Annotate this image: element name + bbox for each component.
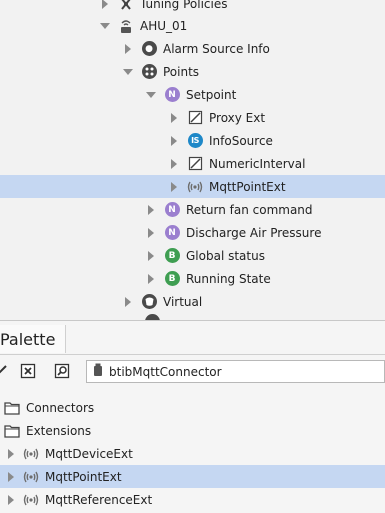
expand-arrow-icon[interactable]	[99, 0, 111, 10]
points-icon	[141, 64, 157, 80]
expand-arrow-icon[interactable]	[5, 448, 17, 460]
tree-item-info-source[interactable]: IS InfoSource	[0, 129, 385, 152]
numeric-point-icon: N	[164, 202, 180, 218]
palette-item-label: Extensions	[26, 423, 92, 438]
tree-item-label: Setpoint	[186, 87, 237, 102]
expand-arrow-icon[interactable]	[168, 135, 180, 147]
tree-item-mqtt-point-ext[interactable]: MqttPointExt	[0, 175, 385, 198]
info-source-icon: IS	[187, 133, 203, 149]
tab-divider	[0, 354, 385, 355]
palette-item-mqtt-device-ext[interactable]: MqttDeviceExt	[0, 442, 385, 465]
expand-arrow-icon[interactable]	[168, 181, 180, 193]
module-selector-field[interactable]: btibMqttConnector	[86, 360, 385, 383]
tree-item-label: Running State	[186, 271, 271, 286]
tree-item-label: Alarm Source Info	[163, 41, 270, 56]
expand-arrow-icon[interactable]	[168, 112, 180, 124]
tree-item-label: MqttPointExt	[209, 179, 286, 194]
tree-item-proxy-ext[interactable]: Proxy Ext	[0, 106, 385, 129]
tree-item-label: Return fan command	[186, 202, 313, 217]
device-icon	[118, 18, 134, 34]
proxy-ext-icon	[187, 110, 203, 126]
collapse-arrow-icon[interactable]	[145, 89, 157, 101]
tree-item-label: Tuning Policies	[140, 0, 228, 11]
tree-item-virtual[interactable]: Virtual	[0, 290, 385, 313]
tree-item-running-state[interactable]: B Running State	[0, 267, 385, 290]
mqtt-icon	[23, 469, 39, 485]
boolean-point-icon: B	[164, 248, 180, 264]
tree-item-numeric-interval[interactable]: NumericInterval	[0, 152, 385, 175]
tree-item-label: Discharge Air Pressure	[186, 225, 322, 240]
expand-arrow-icon[interactable]	[145, 227, 157, 239]
palette-panel: Palette btibMqttConnector Connectors Ext…	[0, 320, 385, 513]
tree-item-label: AHU_01	[140, 18, 188, 33]
tree-item-label: NumericInterval	[209, 156, 306, 171]
tuning-icon	[118, 0, 134, 12]
palette-item-mqtt-reference-ext[interactable]: MqttReferenceExt	[0, 488, 385, 511]
palette-item-label: MqttReferenceExt	[45, 492, 153, 507]
palette-tab[interactable]: Palette	[0, 325, 67, 353]
tree-item-label: Points	[163, 64, 200, 79]
nav-tree: Tuning Policies AHU_01 ● Alarm Source In…	[0, 0, 385, 320]
tree-item-alarm-source-info[interactable]: ● Alarm Source Info	[0, 37, 385, 60]
mqtt-icon	[23, 446, 39, 462]
close-palette-button[interactable]	[19, 362, 37, 380]
tree-item-label: Proxy Ext	[209, 110, 266, 125]
expand-arrow-icon[interactable]	[122, 43, 134, 55]
mqtt-icon	[23, 492, 39, 508]
tree-item-tuning-policies[interactable]: Tuning Policies	[0, 0, 385, 15]
find-search-icon[interactable]	[53, 362, 71, 380]
module-name: btibMqttConnector	[109, 364, 222, 379]
expand-arrow-icon[interactable]	[5, 471, 17, 483]
tree-item-discharge-air-pressure[interactable]: N Discharge Air Pressure	[0, 221, 385, 244]
expand-arrow-icon[interactable]	[122, 296, 134, 308]
boolean-point-icon: B	[164, 271, 180, 287]
folder-icon	[4, 423, 20, 439]
folder-icon	[4, 400, 20, 416]
tree-item-return-fan-command[interactable]: N Return fan command	[0, 198, 385, 221]
mqtt-icon	[187, 179, 203, 195]
palette-item-label: Connectors	[26, 400, 95, 415]
jar-module-icon	[93, 363, 103, 380]
tree-item-setpoint[interactable]: N Setpoint	[0, 83, 385, 106]
palette-item-label: MqttDeviceExt	[45, 446, 133, 461]
palette-item-extensions[interactable]: Extensions	[0, 419, 385, 442]
palette-toolbar: btibMqttConnector	[0, 359, 385, 385]
palette-item-label: MqttPointExt	[45, 469, 122, 484]
virtual-icon	[141, 294, 157, 310]
numeric-point-icon: N	[164, 87, 180, 103]
alarm-icon: ●	[141, 41, 157, 57]
tree-item-label: InfoSource	[209, 133, 273, 148]
expand-arrow-icon[interactable]	[168, 158, 180, 170]
tree-item-global-status[interactable]: B Global status	[0, 244, 385, 267]
palette-item-mqtt-point-ext[interactable]: MqttPointExt	[0, 465, 385, 488]
open-palette-icon[interactable]	[0, 362, 10, 380]
palette-item-connectors[interactable]: Connectors	[0, 396, 385, 419]
expand-arrow-icon[interactable]	[5, 494, 17, 506]
interval-icon	[187, 156, 203, 172]
tree-item-label: Global status	[186, 248, 265, 263]
tree-item-points[interactable]: Points	[0, 60, 385, 83]
numeric-point-icon: N	[164, 225, 180, 241]
expand-arrow-icon[interactable]	[145, 273, 157, 285]
tree-item-ahu-01[interactable]: AHU_01	[0, 14, 385, 37]
expand-arrow-icon[interactable]	[145, 250, 157, 262]
tree-item-label: Virtual	[163, 294, 203, 309]
collapse-arrow-icon[interactable]	[122, 66, 134, 78]
expand-arrow-icon[interactable]	[145, 204, 157, 216]
collapse-arrow-icon[interactable]	[99, 20, 111, 32]
